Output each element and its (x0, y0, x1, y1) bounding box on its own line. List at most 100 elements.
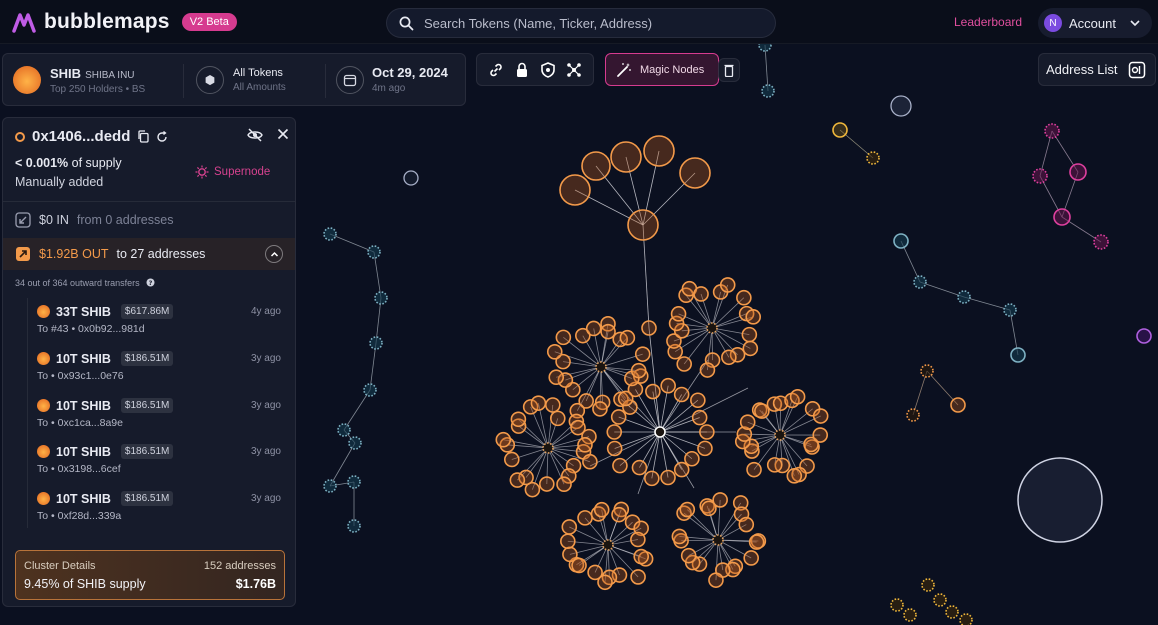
wallet-bubble[interactable] (708, 572, 724, 588)
wallet-bubble[interactable] (347, 475, 361, 489)
wallet-bubble[interactable] (606, 424, 623, 440)
account-button[interactable]: N Account (1038, 8, 1152, 38)
token-filter-icon[interactable]: ⬢ (196, 66, 224, 94)
wallet-bubble[interactable] (562, 546, 578, 563)
wallet-bubble[interactable] (1010, 347, 1026, 363)
wallet-bubble[interactable] (745, 309, 762, 325)
transfer-recipient[interactable]: To • 0xc1ca...8a9e (37, 417, 123, 429)
wallet-bubble[interactable] (577, 437, 593, 453)
wallet-bubble[interactable] (754, 403, 770, 419)
shield-icon[interactable] (539, 61, 557, 79)
address-list-button[interactable]: Address List (1038, 53, 1156, 86)
wallet-bubble[interactable] (561, 519, 578, 535)
wallet-bubble[interactable] (890, 95, 912, 117)
transfer-row[interactable]: 10T SHIB $186.51M 3y ago To • 0xc1ca...8a9e (37, 398, 281, 438)
wallet-bubble[interactable] (691, 409, 708, 426)
wallet-bubble[interactable] (671, 528, 688, 545)
transfer-row[interactable]: 33T SHIB $617.86M 4y ago To #43 • 0x0b92...… (37, 304, 281, 344)
wallet-bubble[interactable] (913, 275, 927, 289)
wallet-bubble[interactable] (587, 564, 603, 581)
wallet-bubble[interactable] (812, 408, 829, 424)
wallet-bubble[interactable] (706, 322, 718, 334)
wallet-bubble[interactable] (556, 476, 572, 493)
refresh-icon[interactable] (156, 130, 168, 143)
transfer-recipient[interactable]: To • 0x93c1...0e76 (37, 370, 124, 382)
shib-token-logo-icon[interactable] (13, 66, 41, 94)
token-ticker[interactable]: SHIB SHIBA INU (50, 66, 135, 81)
wallet-bubble[interactable] (641, 320, 657, 336)
wallet-bubble[interactable] (903, 608, 917, 622)
wallet-bubble[interactable] (786, 468, 803, 484)
wallet-bubble[interactable] (738, 516, 755, 533)
wallet-bubble[interactable] (612, 457, 628, 474)
wallet-bubble[interactable] (545, 397, 561, 413)
collapse-toggle[interactable] (265, 245, 283, 263)
wallet-bubble[interactable] (595, 361, 607, 373)
wallet-bubble[interactable] (920, 364, 934, 378)
wallet-bubble[interactable] (950, 397, 966, 413)
cluster-details-card[interactable]: Cluster Details 152 addresses 9.45% of S… (15, 550, 285, 600)
wallet-bubble[interactable] (1136, 328, 1152, 344)
wallet-bubble[interactable] (697, 440, 713, 457)
wallet-bubble[interactable] (679, 157, 711, 189)
wallet-bubble[interactable] (748, 534, 765, 550)
wallet-bubble[interactable] (812, 427, 829, 443)
wallet-bubble[interactable] (337, 423, 351, 437)
wallet-bubble[interactable] (593, 501, 610, 518)
wallet-bubble[interactable] (866, 151, 880, 165)
wallet-bubble[interactable] (774, 429, 786, 441)
wallet-bubble[interactable] (693, 286, 709, 302)
wallet-bubble[interactable] (323, 479, 337, 493)
wallet-bubble[interactable] (957, 290, 971, 304)
wallet-bubble[interactable] (890, 598, 904, 612)
wallet-bubble[interactable] (510, 411, 527, 428)
transfer-row[interactable]: 10T SHIB $186.51M 3y ago To • 0x3198...6cef (37, 444, 281, 484)
wallet-bubble[interactable] (363, 383, 377, 397)
wallet-bubble[interactable] (789, 388, 806, 405)
wallet-bubble[interactable] (495, 431, 512, 448)
wallet-bubble[interactable] (680, 547, 697, 564)
supernode-button[interactable]: Supernode (195, 165, 270, 179)
link-icon[interactable] (487, 61, 505, 79)
calendar-icon[interactable] (336, 66, 364, 94)
wallet-bubble[interactable] (893, 233, 909, 249)
copy-icon[interactable] (137, 130, 150, 143)
wallet-bubble[interactable] (643, 135, 675, 167)
wallet-bubble[interactable] (933, 593, 947, 607)
wallet-bubble[interactable] (549, 410, 566, 427)
wallet-bubble[interactable] (581, 151, 611, 181)
wallet-bubble[interactable] (739, 414, 756, 430)
wallet-bubble[interactable] (1053, 208, 1071, 226)
wallet-bubble[interactable] (670, 306, 687, 322)
wallet-bubble[interactable] (654, 426, 666, 438)
wallet-bubble[interactable] (766, 457, 783, 473)
wallet-bubble[interactable] (959, 613, 973, 625)
wallet-bubble[interactable] (542, 442, 554, 454)
wallet-bubble[interactable] (721, 349, 737, 366)
wallet-bubble[interactable] (585, 320, 602, 337)
wallet-bubble[interactable] (503, 451, 520, 468)
wallet-bubble[interactable] (1003, 303, 1017, 317)
wallet-bubble[interactable] (712, 534, 724, 546)
leaderboard-link[interactable]: Leaderboard (954, 15, 1022, 29)
hide-eye-icon[interactable] (247, 128, 263, 142)
search-input[interactable] (424, 15, 744, 31)
wallet-bubble[interactable] (617, 390, 634, 407)
wallet-bubble[interactable] (606, 440, 623, 457)
wallet-bubble[interactable] (742, 340, 759, 357)
large-cluster-bubble[interactable] (1017, 457, 1103, 543)
wallet-bubble[interactable] (630, 362, 647, 379)
wallet-bubble[interactable] (719, 277, 736, 293)
wallet-bubble[interactable] (1044, 123, 1060, 139)
wallet-bubble[interactable] (1069, 163, 1087, 181)
wallet-bubble[interactable] (403, 170, 419, 186)
wallet-bubble[interactable] (921, 578, 935, 592)
wallet-bubble[interactable] (577, 510, 593, 526)
transfer-recipient[interactable]: To • 0xf28d...339a (37, 510, 121, 522)
wallet-bubble[interactable] (945, 605, 959, 619)
wallet-bubble[interactable] (555, 329, 572, 346)
wallet-bubble[interactable] (348, 436, 362, 450)
wallet-bubble[interactable] (546, 344, 563, 360)
wallet-bubble[interactable] (645, 383, 661, 400)
wallet-bubble[interactable] (559, 174, 591, 206)
